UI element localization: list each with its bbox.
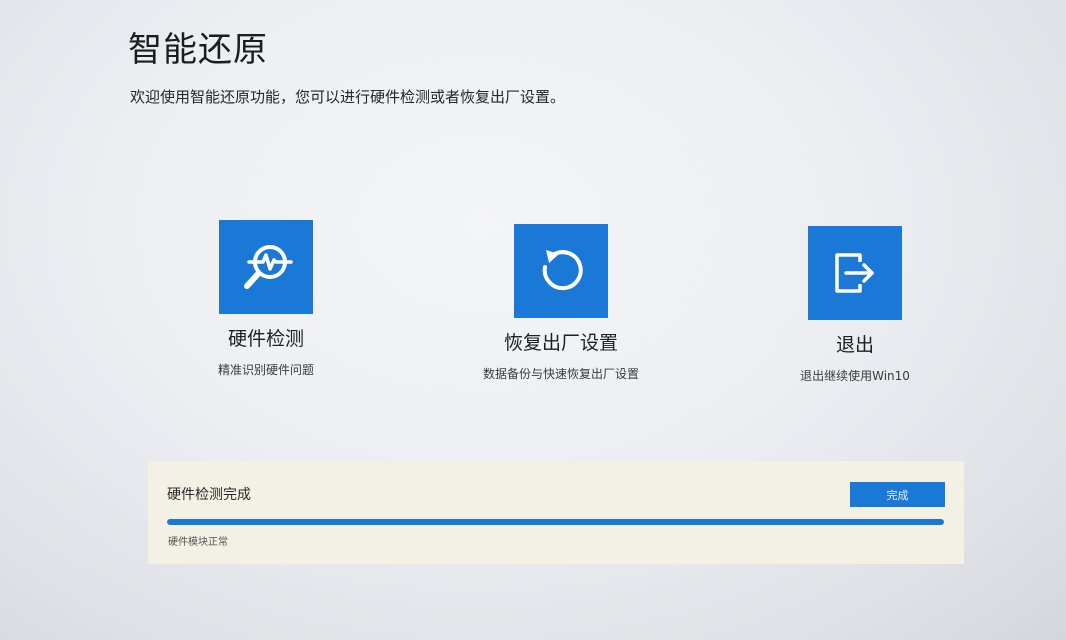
restore-icon	[542, 250, 583, 291]
hardware-check-label: 硬件检测	[227, 328, 304, 350]
exit-icon	[835, 253, 874, 293]
factory-reset-option[interactable]: 恢复出厂设置 数据备份与快速恢复出厂设置	[441, 224, 681, 382]
status-panel: 硬件检测完成 完成 硬件模块正常	[148, 461, 964, 564]
progress-bar	[167, 519, 944, 525]
hardware-check-description: 精准识别硬件问题	[217, 363, 314, 377]
status-title: 硬件检测完成	[167, 487, 251, 503]
hardware-check-option[interactable]: 硬件检测 精准识别硬件问题	[146, 220, 386, 378]
exit-description: 退出继续使用Win10	[800, 369, 910, 383]
done-button[interactable]: 完成	[850, 482, 945, 507]
hardware-check-tile[interactable]	[219, 220, 313, 314]
status-detail: 硬件模块正常	[168, 537, 228, 548]
exit-option[interactable]: 退出 退出继续使用Win10	[735, 226, 975, 384]
page-subtitle: 欢迎使用智能还原功能，您可以进行硬件检测或者恢复出厂设置。	[130, 88, 566, 106]
exit-tile[interactable]	[808, 226, 902, 320]
page-title: 智能还原	[128, 30, 268, 70]
factory-reset-label: 恢复出厂设置	[503, 332, 618, 354]
factory-reset-tile[interactable]	[514, 224, 608, 318]
factory-reset-description: 数据备份与快速恢复出厂设置	[482, 367, 639, 381]
exit-label: 退出	[835, 334, 874, 356]
hardware-scan-icon	[244, 245, 293, 289]
progress-fill	[167, 519, 944, 525]
